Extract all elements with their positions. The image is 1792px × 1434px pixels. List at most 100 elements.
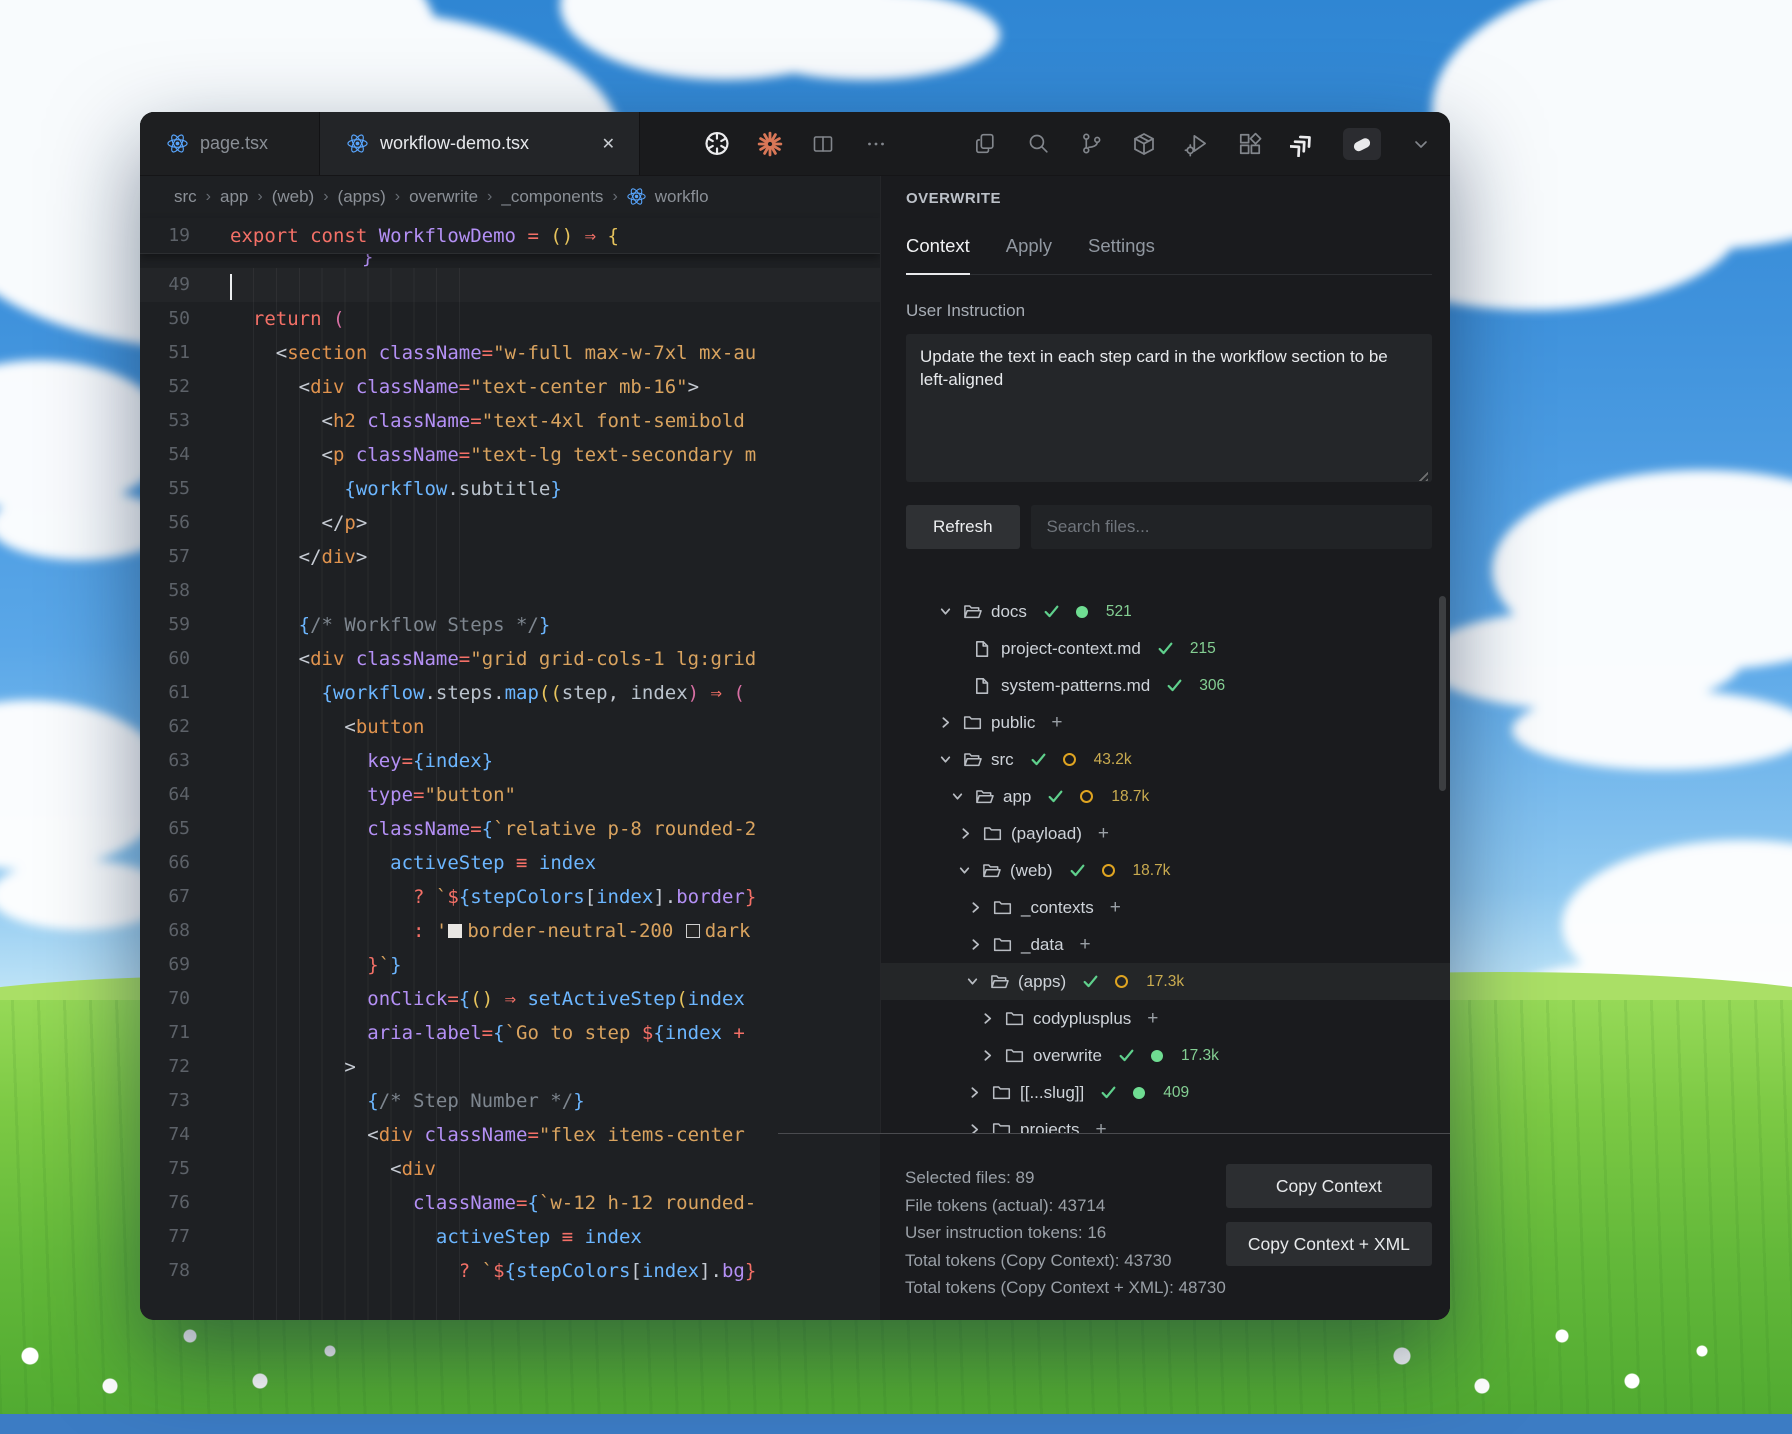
tree-row--apps-[interactable]: (apps)17.3k xyxy=(881,963,1450,1000)
line-number: 71 xyxy=(140,1016,190,1050)
code-line-71[interactable]: 71 aria-label={`Go to step ${index + xyxy=(140,1016,880,1050)
code-line-65[interactable]: 65 className={`relative p-8 rounded-2 xyxy=(140,812,880,846)
tab-page-tsx[interactable]: page.tsx xyxy=(140,112,320,175)
code-line-78[interactable]: 78 ? `${stepColors[index].bg} xyxy=(140,1254,880,1288)
code-line-70[interactable]: 70 onClick={() ⇒ setActiveStep(index xyxy=(140,982,880,1016)
tree-row-project-context-md[interactable]: project-context.md215 xyxy=(881,630,1450,667)
breadcrumb-item[interactable]: workflo xyxy=(655,187,709,207)
add-icon[interactable]: + xyxy=(1147,1008,1158,1030)
pill-icon[interactable] xyxy=(1343,128,1381,160)
code-line-75[interactable]: 75 <div xyxy=(140,1152,880,1186)
breadcrumb-item[interactable]: (web) xyxy=(272,187,315,207)
user-instruction-input[interactable]: Update the text in each step card in the… xyxy=(906,334,1432,482)
more-actions-icon[interactable] xyxy=(863,131,889,157)
code-line-54[interactable]: 54 <p className="text-lg text-secondary … xyxy=(140,438,880,472)
tree-row-docs[interactable]: docs521 xyxy=(881,593,1450,630)
tree-row-app[interactable]: app18.7k xyxy=(881,778,1450,815)
tree-row-codyplusplus[interactable]: codyplusplus+ xyxy=(881,1000,1450,1037)
chevron-right-icon[interactable] xyxy=(969,901,993,914)
panel-tab-context[interactable]: Context xyxy=(906,231,970,274)
chevron-right-icon[interactable] xyxy=(969,938,993,951)
code-line-57[interactable]: 57 </div> xyxy=(140,540,880,574)
code-line-56[interactable]: 56 </p> xyxy=(140,506,880,540)
code-line-55[interactable]: 55 {workflow.subtitle} xyxy=(140,472,880,506)
code-line-50[interactable]: 50 return ( xyxy=(140,302,880,336)
code-line-51[interactable]: 51 <section className="w-full max-w-7xl … xyxy=(140,336,880,370)
run-debug-icon[interactable] xyxy=(1184,131,1210,157)
code-line-60[interactable]: 60 <div className="grid grid-cols-1 lg:g… xyxy=(140,642,880,676)
code-line-52[interactable]: 52 <div className="text-center mb-16"> xyxy=(140,370,880,404)
source-control-icon[interactable] xyxy=(1078,131,1104,157)
tree-scrollbar[interactable] xyxy=(1439,596,1446,791)
search-icon[interactable] xyxy=(1025,131,1051,157)
tree-row-src[interactable]: src43.2k xyxy=(881,741,1450,778)
code-line-67[interactable]: 67 ? `${stepColors[index].border} xyxy=(140,880,880,914)
tree-row--data[interactable]: _data+ xyxy=(881,926,1450,963)
code-line-59[interactable]: 59 {/* Workflow Steps */} xyxy=(140,608,880,642)
code-editor[interactable]: src›app›(web)›(apps)›overwrite›_componen… xyxy=(140,176,880,1320)
copy-icon[interactable] xyxy=(972,131,998,157)
code-area[interactable]: 4950 return (51 <section className="w-fu… xyxy=(140,268,880,1320)
breadcrumb-item[interactable]: app xyxy=(220,187,248,207)
refresh-button[interactable]: Refresh xyxy=(906,505,1020,549)
tree-row-overwrite[interactable]: overwrite17.3k xyxy=(881,1037,1450,1074)
chevron-down-icon[interactable] xyxy=(939,753,963,766)
chevron-down-icon[interactable] xyxy=(958,864,982,877)
package-icon[interactable] xyxy=(1131,131,1157,157)
code-line-58[interactable]: 58 xyxy=(140,574,880,608)
breadcrumb-item[interactable]: overwrite xyxy=(409,187,478,207)
code-line-68[interactable]: 68 : 'border-neutral-200 dark xyxy=(140,914,880,948)
chevron-down-icon[interactable] xyxy=(939,605,963,618)
code-line-61[interactable]: 61 {workflow.steps.map((step, index) ⇒ ( xyxy=(140,676,880,710)
tree-row--contexts[interactable]: _contexts+ xyxy=(881,889,1450,926)
file-icon xyxy=(973,677,1001,695)
code-line-64[interactable]: 64 type="button" xyxy=(140,778,880,812)
chevron-down-icon[interactable] xyxy=(966,975,990,988)
chevron-down-icon[interactable] xyxy=(951,790,975,803)
extensions-icon[interactable] xyxy=(1237,131,1263,157)
add-icon[interactable]: + xyxy=(1098,823,1109,845)
code-line-63[interactable]: 63 key={index} xyxy=(140,744,880,778)
breadcrumb-item[interactable]: src xyxy=(174,187,197,207)
copy-context-xml-button[interactable]: Copy Context + XML xyxy=(1226,1222,1432,1266)
copy-context-button[interactable]: Copy Context xyxy=(1226,1164,1432,1208)
openai-logo-icon[interactable] xyxy=(704,131,730,157)
chevron-right-icon[interactable] xyxy=(981,1049,1005,1062)
breadcrumb-item[interactable]: _components xyxy=(501,187,603,207)
tree-row--payload-[interactable]: (payload)+ xyxy=(881,815,1450,852)
chevron-right-icon[interactable] xyxy=(968,1086,992,1099)
code-line-77[interactable]: 77 activeStep ≡ index xyxy=(140,1220,880,1254)
search-files-input[interactable] xyxy=(1031,505,1432,549)
claude-logo-icon[interactable] xyxy=(757,131,783,157)
code-line-76[interactable]: 76 className={`w-12 h-12 rounded- xyxy=(140,1186,880,1220)
code-line-53[interactable]: 53 <h2 className="text-4xl font-semibold xyxy=(140,404,880,438)
chevrons-icon[interactable] xyxy=(1290,131,1316,157)
panel-tab-settings[interactable]: Settings xyxy=(1088,231,1155,274)
chevron-right-icon[interactable] xyxy=(981,1012,1005,1025)
code-line-66[interactable]: 66 activeStep ≡ index xyxy=(140,846,880,880)
tree-row--web-[interactable]: (web)18.7k xyxy=(881,852,1450,889)
code-line-69[interactable]: 69 }`} xyxy=(140,948,880,982)
sticky-scroll-line[interactable]: 19 export const WorkflowDemo = () ⇒ { xyxy=(140,218,880,254)
panel-resize-handle[interactable] xyxy=(778,1133,1450,1134)
add-icon[interactable]: + xyxy=(1080,934,1091,956)
split-editor-icon[interactable] xyxy=(810,131,836,157)
chevron-right-icon[interactable] xyxy=(939,716,963,729)
breadcrumb-item[interactable]: (apps) xyxy=(338,187,386,207)
chevron-right-icon[interactable] xyxy=(959,827,983,840)
tree-row--slug-[interactable]: [[...slug]]409 xyxy=(881,1074,1450,1111)
tab-workflow-demo-tsx[interactable]: workflow-demo.tsx ✕ xyxy=(320,112,640,175)
add-icon[interactable]: + xyxy=(1110,897,1121,919)
code-line-73[interactable]: 73 {/* Step Number */} xyxy=(140,1084,880,1118)
tree-row-system-patterns-md[interactable]: system-patterns.md306 xyxy=(881,667,1450,704)
toolbar-right-icons xyxy=(972,128,1450,160)
code-line-62[interactable]: 62 <button xyxy=(140,710,880,744)
close-tab-icon[interactable]: ✕ xyxy=(602,134,615,154)
chevron-down-icon[interactable] xyxy=(1408,131,1434,157)
code-line-74[interactable]: 74 <div className="flex items-center xyxy=(140,1118,880,1152)
tree-row-public[interactable]: public+ xyxy=(881,704,1450,741)
code-line-49[interactable]: 49 xyxy=(140,268,880,302)
code-line-72[interactable]: 72 > xyxy=(140,1050,880,1084)
panel-tab-apply[interactable]: Apply xyxy=(1006,231,1052,274)
add-icon[interactable]: + xyxy=(1051,712,1062,734)
